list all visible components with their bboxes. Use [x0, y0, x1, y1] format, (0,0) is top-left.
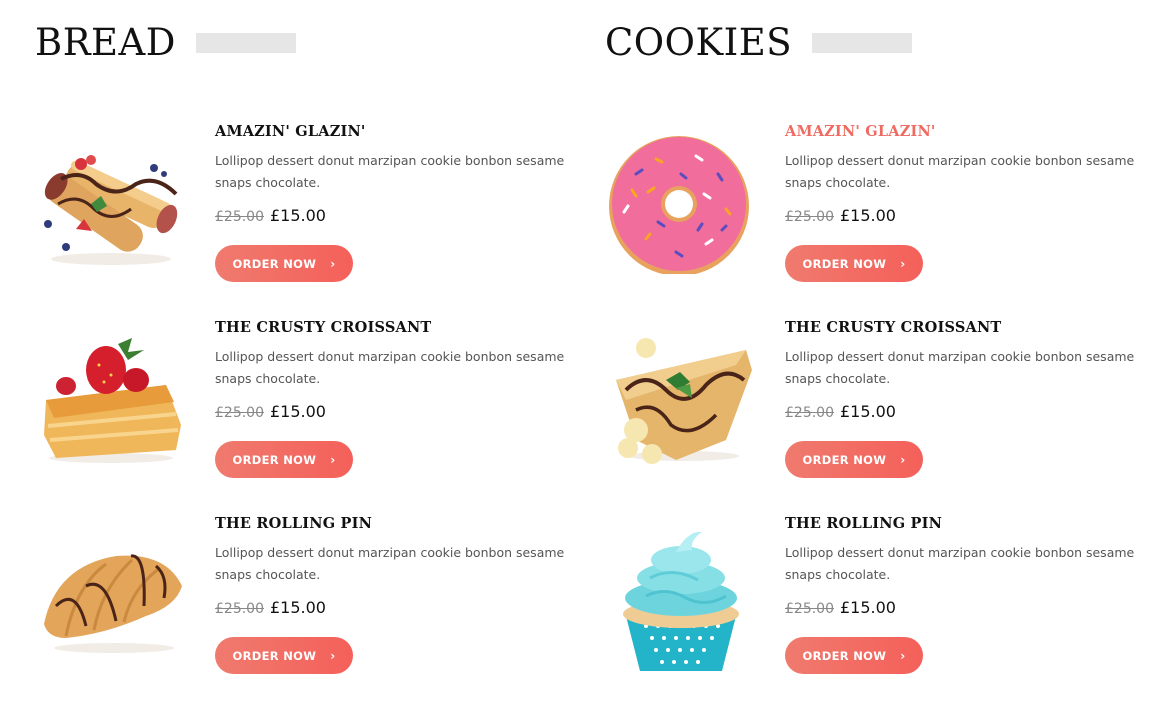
item-body: THE CRUSTY CROISSANT Lollipop dessert do… — [785, 318, 1135, 478]
order-now-button[interactable]: ORDER NOW › — [215, 245, 353, 282]
old-price: £25.00 — [785, 405, 834, 421]
bread-heading: BREAD — [35, 20, 296, 66]
pink-donut-image — [606, 134, 756, 276]
item-description: Lollipop dessert donut marzipan cookie b… — [785, 153, 1135, 190]
section-title: COOKIES — [605, 21, 793, 64]
item-description: Lollipop dessert donut marzipan cookie b… — [215, 153, 565, 190]
button-label: ORDER NOW — [232, 256, 317, 271]
button-label: ORDER NOW — [802, 256, 887, 271]
section-title: BREAD — [35, 21, 176, 64]
item-description: Lollipop dessert donut marzipan cookie b… — [215, 349, 565, 386]
item-body: AMAZIN' GLAZIN' Lollipop dessert donut m… — [215, 122, 565, 282]
croissant-image — [36, 526, 186, 666]
item-description: Lollipop dessert donut marzipan cookie b… — [785, 545, 1135, 582]
item-body: THE CRUSTY CROISSANT Lollipop dessert do… — [215, 318, 565, 478]
item-body: THE ROLLING PIN Lollipop dessert donut m… — [215, 514, 565, 674]
button-label: ORDER NOW — [802, 452, 887, 467]
price-row: £25.00 £15.00 — [215, 598, 565, 617]
price-row: £25.00 £15.00 — [215, 402, 565, 421]
old-price: £25.00 — [785, 209, 834, 225]
item-name: THE ROLLING PIN — [785, 515, 943, 532]
chevron-right-icon: › — [900, 452, 906, 467]
menu-item: THE CRUSTY CROISSANT Lollipop dessert do… — [0, 318, 564, 498]
item-name: THE CRUSTY CROISSANT — [785, 319, 1002, 336]
item-name: THE ROLLING PIN — [215, 515, 373, 532]
item-description: Lollipop dessert donut marzipan cookie b… — [785, 349, 1135, 386]
button-label: ORDER NOW — [802, 648, 887, 663]
crepe-rolls-image — [36, 134, 186, 274]
menu-item: THE ROLLING PIN Lollipop dessert donut m… — [0, 514, 564, 694]
old-price: £25.00 — [215, 601, 264, 617]
old-price: £25.00 — [215, 209, 264, 225]
item-name: THE CRUSTY CROISSANT — [215, 319, 432, 336]
item-name: AMAZIN' GLAZIN' — [215, 123, 366, 140]
chevron-right-icon: › — [900, 256, 906, 271]
current-price: £15.00 — [270, 402, 326, 421]
order-now-button[interactable]: ORDER NOW › — [785, 245, 923, 282]
current-price: £15.00 — [270, 598, 326, 617]
cupcake-image — [606, 526, 756, 671]
chevron-right-icon: › — [330, 452, 336, 467]
order-now-button[interactable]: ORDER NOW › — [215, 441, 353, 478]
price-row: £25.00 £15.00 — [215, 206, 565, 225]
button-label: ORDER NOW — [232, 648, 317, 663]
banana-crepe-image — [606, 330, 756, 470]
order-now-button[interactable]: ORDER NOW › — [785, 637, 923, 674]
current-price: £15.00 — [840, 598, 896, 617]
strawberry-pastry-image — [36, 330, 186, 470]
current-price: £15.00 — [840, 206, 896, 225]
menu-item: THE ROLLING PIN Lollipop dessert donut m… — [570, 514, 1134, 694]
menu-item: AMAZIN' GLAZIN' Lollipop dessert donut m… — [570, 122, 1134, 302]
item-description: Lollipop dessert donut marzipan cookie b… — [215, 545, 565, 582]
chevron-right-icon: › — [330, 648, 336, 663]
cookies-section: COOKIES AMAZIN' GLAZIN' Lollipop dessert… — [570, 0, 1134, 713]
current-price: £15.00 — [270, 206, 326, 225]
current-price: £15.00 — [840, 402, 896, 421]
order-now-button[interactable]: ORDER NOW › — [785, 441, 923, 478]
button-label: ORDER NOW — [232, 452, 317, 467]
menu-item: AMAZIN' GLAZIN' Lollipop dessert donut m… — [0, 122, 564, 302]
menu-item: THE CRUSTY CROISSANT Lollipop dessert do… — [570, 318, 1134, 498]
price-row: £25.00 £15.00 — [785, 206, 1135, 225]
item-body: AMAZIN' GLAZIN' Lollipop dessert donut m… — [785, 122, 1135, 282]
bread-section: BREAD AMAZIN' GLAZIN' Lollipop dessert d… — [0, 0, 564, 713]
chevron-right-icon: › — [900, 648, 906, 663]
cookies-heading: COOKIES — [605, 20, 913, 66]
old-price: £25.00 — [215, 405, 264, 421]
title-placeholder-bar — [812, 33, 913, 53]
price-row: £25.00 £15.00 — [785, 598, 1135, 617]
chevron-right-icon: › — [330, 256, 336, 271]
old-price: £25.00 — [785, 601, 834, 617]
item-name[interactable]: AMAZIN' GLAZIN' — [785, 122, 1135, 142]
item-body: THE ROLLING PIN Lollipop dessert donut m… — [785, 514, 1135, 674]
title-placeholder-bar — [195, 33, 296, 53]
order-now-button[interactable]: ORDER NOW › — [215, 637, 353, 674]
price-row: £25.00 £15.00 — [785, 402, 1135, 421]
